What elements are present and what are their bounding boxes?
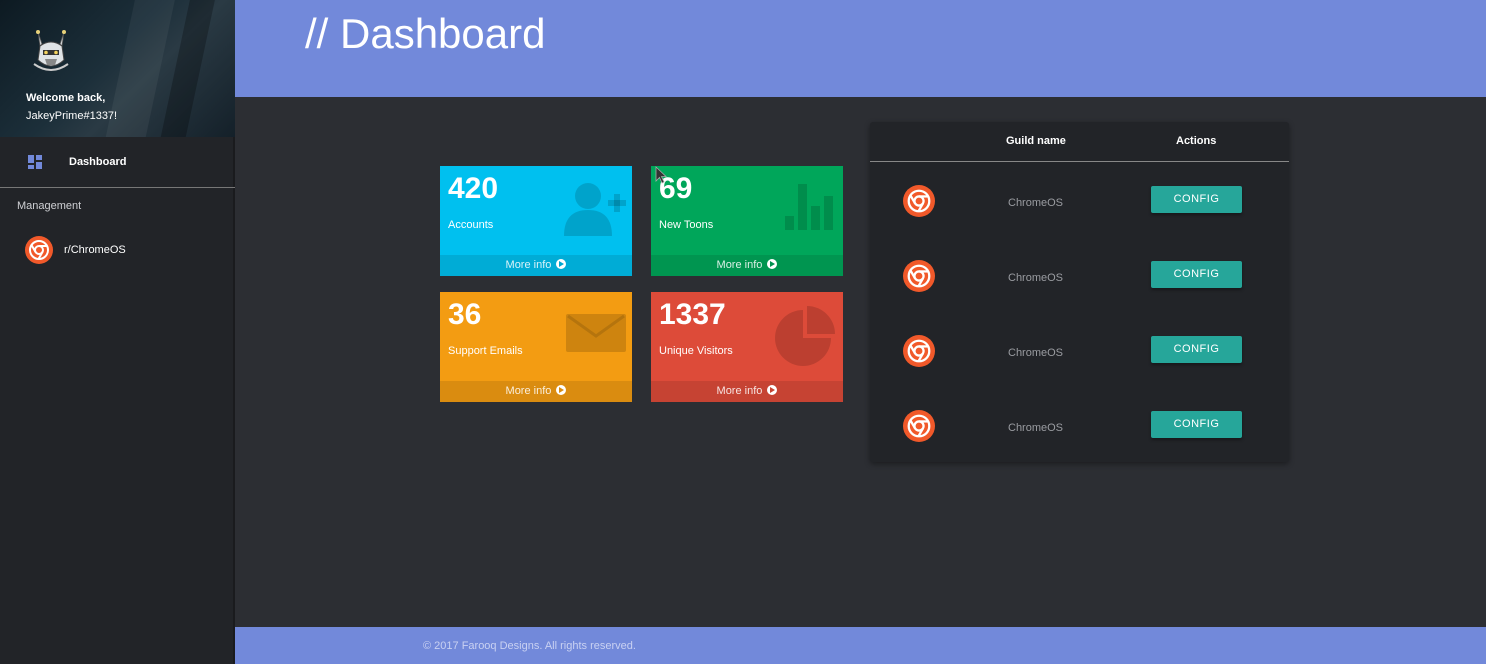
sidebar-item-label: r/ChromeOS xyxy=(64,244,126,256)
guild-name: ChromeOS xyxy=(1008,347,1064,359)
arrow-circle-right-icon xyxy=(556,385,567,395)
sidebar-item-label: Dashboard xyxy=(69,156,127,168)
chrome-icon xyxy=(25,236,53,264)
more-info-link[interactable]: More info xyxy=(440,381,632,402)
chrome-icon xyxy=(903,335,935,367)
section-management: Management xyxy=(17,200,82,212)
sidebar-item-dashboard[interactable]: Dashboard xyxy=(0,140,235,186)
stat-value: 420 xyxy=(448,172,499,205)
add-user-icon xyxy=(564,183,626,236)
arrow-circle-right-icon xyxy=(767,385,778,395)
guild-name: ChromeOS xyxy=(1008,422,1064,434)
more-info-link[interactable]: More info xyxy=(651,255,843,276)
config-button[interactable]: CONFIG xyxy=(1151,411,1242,438)
chrome-icon xyxy=(903,185,935,217)
stat-label: Support Emails xyxy=(448,345,523,357)
table-row: ChromeOS CONFIG xyxy=(870,174,1289,249)
guild-table: Guild name Actions ChromeOS CONFIG Chrom… xyxy=(870,122,1289,462)
profile-banner: Welcome back, JakeyPrime#1337! xyxy=(0,0,235,137)
more-info-label: More info xyxy=(716,259,763,271)
stat-value: 1337 xyxy=(659,298,726,331)
sidebar-divider xyxy=(0,187,235,188)
column-header-actions: Actions xyxy=(1176,135,1217,147)
guild-name: ChromeOS xyxy=(1008,197,1064,209)
welcome-greeting: Welcome back, xyxy=(26,92,106,104)
config-button[interactable]: CONFIG xyxy=(1151,186,1242,213)
chrome-icon xyxy=(903,410,935,442)
more-info-link[interactable]: More info xyxy=(440,255,632,276)
stat-box-unique-visitors: 1337 Unique Visitors More info xyxy=(651,292,843,402)
username: JakeyPrime#1337! xyxy=(26,110,118,122)
config-button[interactable]: CONFIG xyxy=(1151,336,1242,363)
arrow-circle-right-icon xyxy=(556,259,567,269)
stat-value: 36 xyxy=(448,298,482,331)
stat-label: Unique Visitors xyxy=(659,345,733,357)
column-header-guild-name: Guild name xyxy=(1006,135,1066,147)
copyright-text: © 2017 Farooq Designs. All rights reserv… xyxy=(423,640,636,652)
pie-chart-icon xyxy=(775,306,835,366)
welcome-text: Welcome back, JakeyPrime#1337! xyxy=(26,89,117,125)
sidebar-item-chromeos[interactable]: r/ChromeOS xyxy=(0,232,235,270)
table-row: ChromeOS CONFIG xyxy=(870,324,1289,399)
page-header: // Dashboard xyxy=(235,0,1486,97)
table-row: ChromeOS CONFIG xyxy=(870,399,1289,474)
chrome-icon xyxy=(903,260,935,292)
more-info-label: More info xyxy=(505,259,552,271)
guild-name: ChromeOS xyxy=(1008,272,1064,284)
stat-label: Accounts xyxy=(448,219,494,231)
bar-chart-icon xyxy=(785,184,833,230)
stat-box-support-emails: 36 Support Emails More info xyxy=(440,292,632,402)
page-title: // Dashboard xyxy=(305,10,546,57)
more-info-link[interactable]: More info xyxy=(651,381,843,402)
config-button[interactable]: CONFIG xyxy=(1151,261,1242,288)
table-header-divider xyxy=(870,161,1289,162)
dashboard-icon xyxy=(28,155,42,169)
more-info-label: More info xyxy=(716,385,763,397)
mouse-cursor-icon xyxy=(655,166,667,184)
stat-label: New Toons xyxy=(659,219,714,231)
page-footer: © 2017 Farooq Designs. All rights reserv… xyxy=(235,627,1486,664)
bot-logo-icon xyxy=(33,30,69,71)
envelope-icon xyxy=(566,314,626,352)
stat-box-new-toons: 69 New Toons More info xyxy=(651,166,843,276)
arrow-circle-right-icon xyxy=(767,259,778,269)
more-info-label: More info xyxy=(505,385,552,397)
table-row: ChromeOS CONFIG xyxy=(870,249,1289,324)
sidebar: Welcome back, JakeyPrime#1337! Dashboard… xyxy=(0,0,235,664)
stat-box-accounts: 420 Accounts More info xyxy=(440,166,632,276)
